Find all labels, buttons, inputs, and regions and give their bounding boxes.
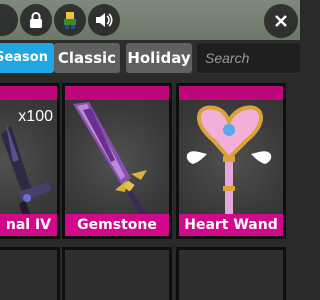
lock-button[interactable] <box>20 4 52 36</box>
rarity-strip <box>0 86 57 100</box>
item-card[interactable]: Gemstone <box>62 83 172 239</box>
lock-icon <box>30 12 42 28</box>
tab-classic[interactable]: Classic <box>54 43 120 73</box>
item-card[interactable] <box>62 247 172 300</box>
avatar-button[interactable] <box>54 4 86 36</box>
tab-holiday[interactable]: Holiday <box>126 43 192 73</box>
item-grid: x100 nal IV Gemstone Heart Wand <box>0 75 300 300</box>
close-icon <box>275 15 287 27</box>
item-name: Gemstone <box>65 214 169 236</box>
search-input[interactable]: Search <box>197 43 300 73</box>
close-button[interactable] <box>264 4 298 38</box>
item-card[interactable] <box>176 247 286 300</box>
volume-icon <box>96 13 113 27</box>
item-card[interactable]: x100 nal IV <box>0 83 60 239</box>
rarity-strip <box>179 86 283 100</box>
item-card[interactable] <box>0 247 60 300</box>
category-tabs: Season 1 Classic Holiday Search <box>0 40 300 95</box>
item-card[interactable]: Heart Wand <box>176 83 286 239</box>
menu-button[interactable] <box>0 4 18 36</box>
avatar-icon <box>64 12 76 29</box>
item-name: Heart Wand <box>179 214 283 236</box>
item-quantity: x100 <box>18 108 53 125</box>
item-name: nal IV <box>0 214 57 236</box>
tab-season-1[interactable]: Season 1 <box>0 43 54 95</box>
rarity-strip <box>65 86 169 100</box>
roblox-top-bar <box>0 0 300 40</box>
volume-button[interactable] <box>88 4 120 36</box>
